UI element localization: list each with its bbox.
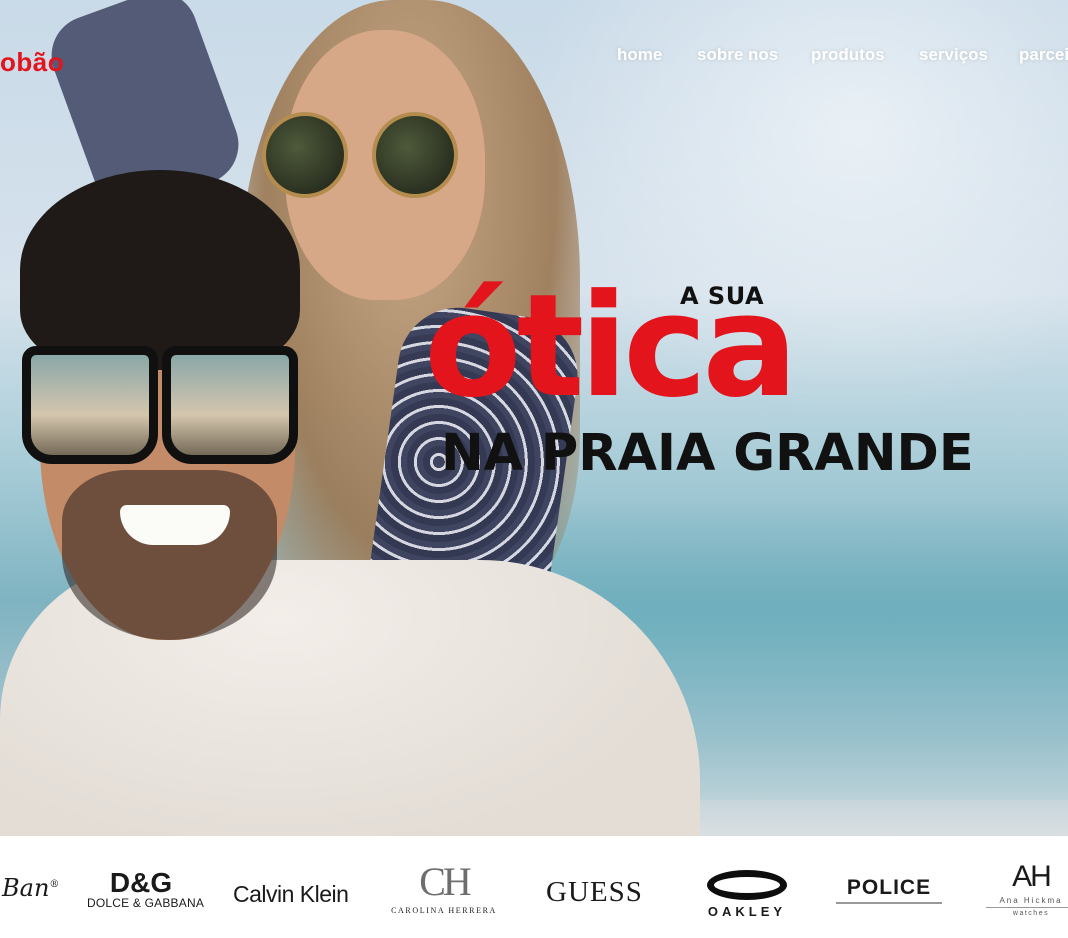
brand-calvin-klein-logo: Calvin Klein [233, 881, 349, 907]
dg-wordmark: DOLCE & GABBANA [87, 896, 205, 910]
ah-name: Ana Hickma [999, 896, 1063, 905]
dg-monogram: D&G [109, 867, 173, 898]
ah-monogram: AH [1012, 860, 1052, 893]
site-logo[interactable]: obão [0, 47, 64, 78]
oakley-wordmark: OAKLEY [707, 904, 787, 919]
nav-home-link[interactable]: home [617, 45, 662, 65]
police-wordmark: POLICE [846, 876, 932, 899]
brand-carolina-herrera-logo: CH CAROLINA HERRERA [384, 859, 504, 916]
man-beard [62, 470, 277, 640]
police-underline [836, 902, 942, 904]
brand-dolce-gabbana-logo: D&G DOLCE & GABBANA [87, 867, 205, 911]
brand-guess-logo: GUESS [546, 876, 643, 908]
man-sunglasses-left-lens [22, 346, 158, 464]
ch-monogram: CH [419, 859, 472, 904]
brand-oakley-logo: OAKLEY [696, 870, 798, 919]
hero-headline-main: ótica [424, 264, 798, 429]
rayban-text: Ban [2, 874, 50, 902]
ch-wordmark: CAROLINA HERRERA [391, 906, 497, 915]
hero-headline-sub: NA PRAIA GRANDE [441, 424, 974, 483]
ah-divider [986, 907, 1068, 908]
brand-rayban-logo: Ban® [2, 874, 59, 902]
man-sunglasses [22, 338, 300, 464]
rayban-registered-mark: ® [49, 879, 60, 890]
brand-ana-hickmann-logo: AH Ana Hickma watches [986, 862, 1068, 917]
brand-logo-strip: Ban® D&G DOLCE & GABBANA Calvin Klein CH… [0, 836, 1068, 938]
woman-sunglasses-right [372, 112, 458, 198]
ah-subtitle: watches [1012, 910, 1050, 917]
nav-produtos-link[interactable]: produtos [811, 45, 885, 65]
oakley-ellipse-icon [707, 870, 787, 900]
nav-sobre-nos-link[interactable]: sobre nos [697, 45, 778, 65]
nav-parceiros-link[interactable]: parcei [1019, 45, 1068, 65]
brand-police-logo: POLICE [836, 876, 942, 904]
woman-sunglasses-left [262, 112, 348, 198]
nav-servicos-link[interactable]: serviços [919, 45, 988, 65]
man-smile [120, 505, 230, 545]
man-sunglasses-right-lens [162, 346, 298, 464]
